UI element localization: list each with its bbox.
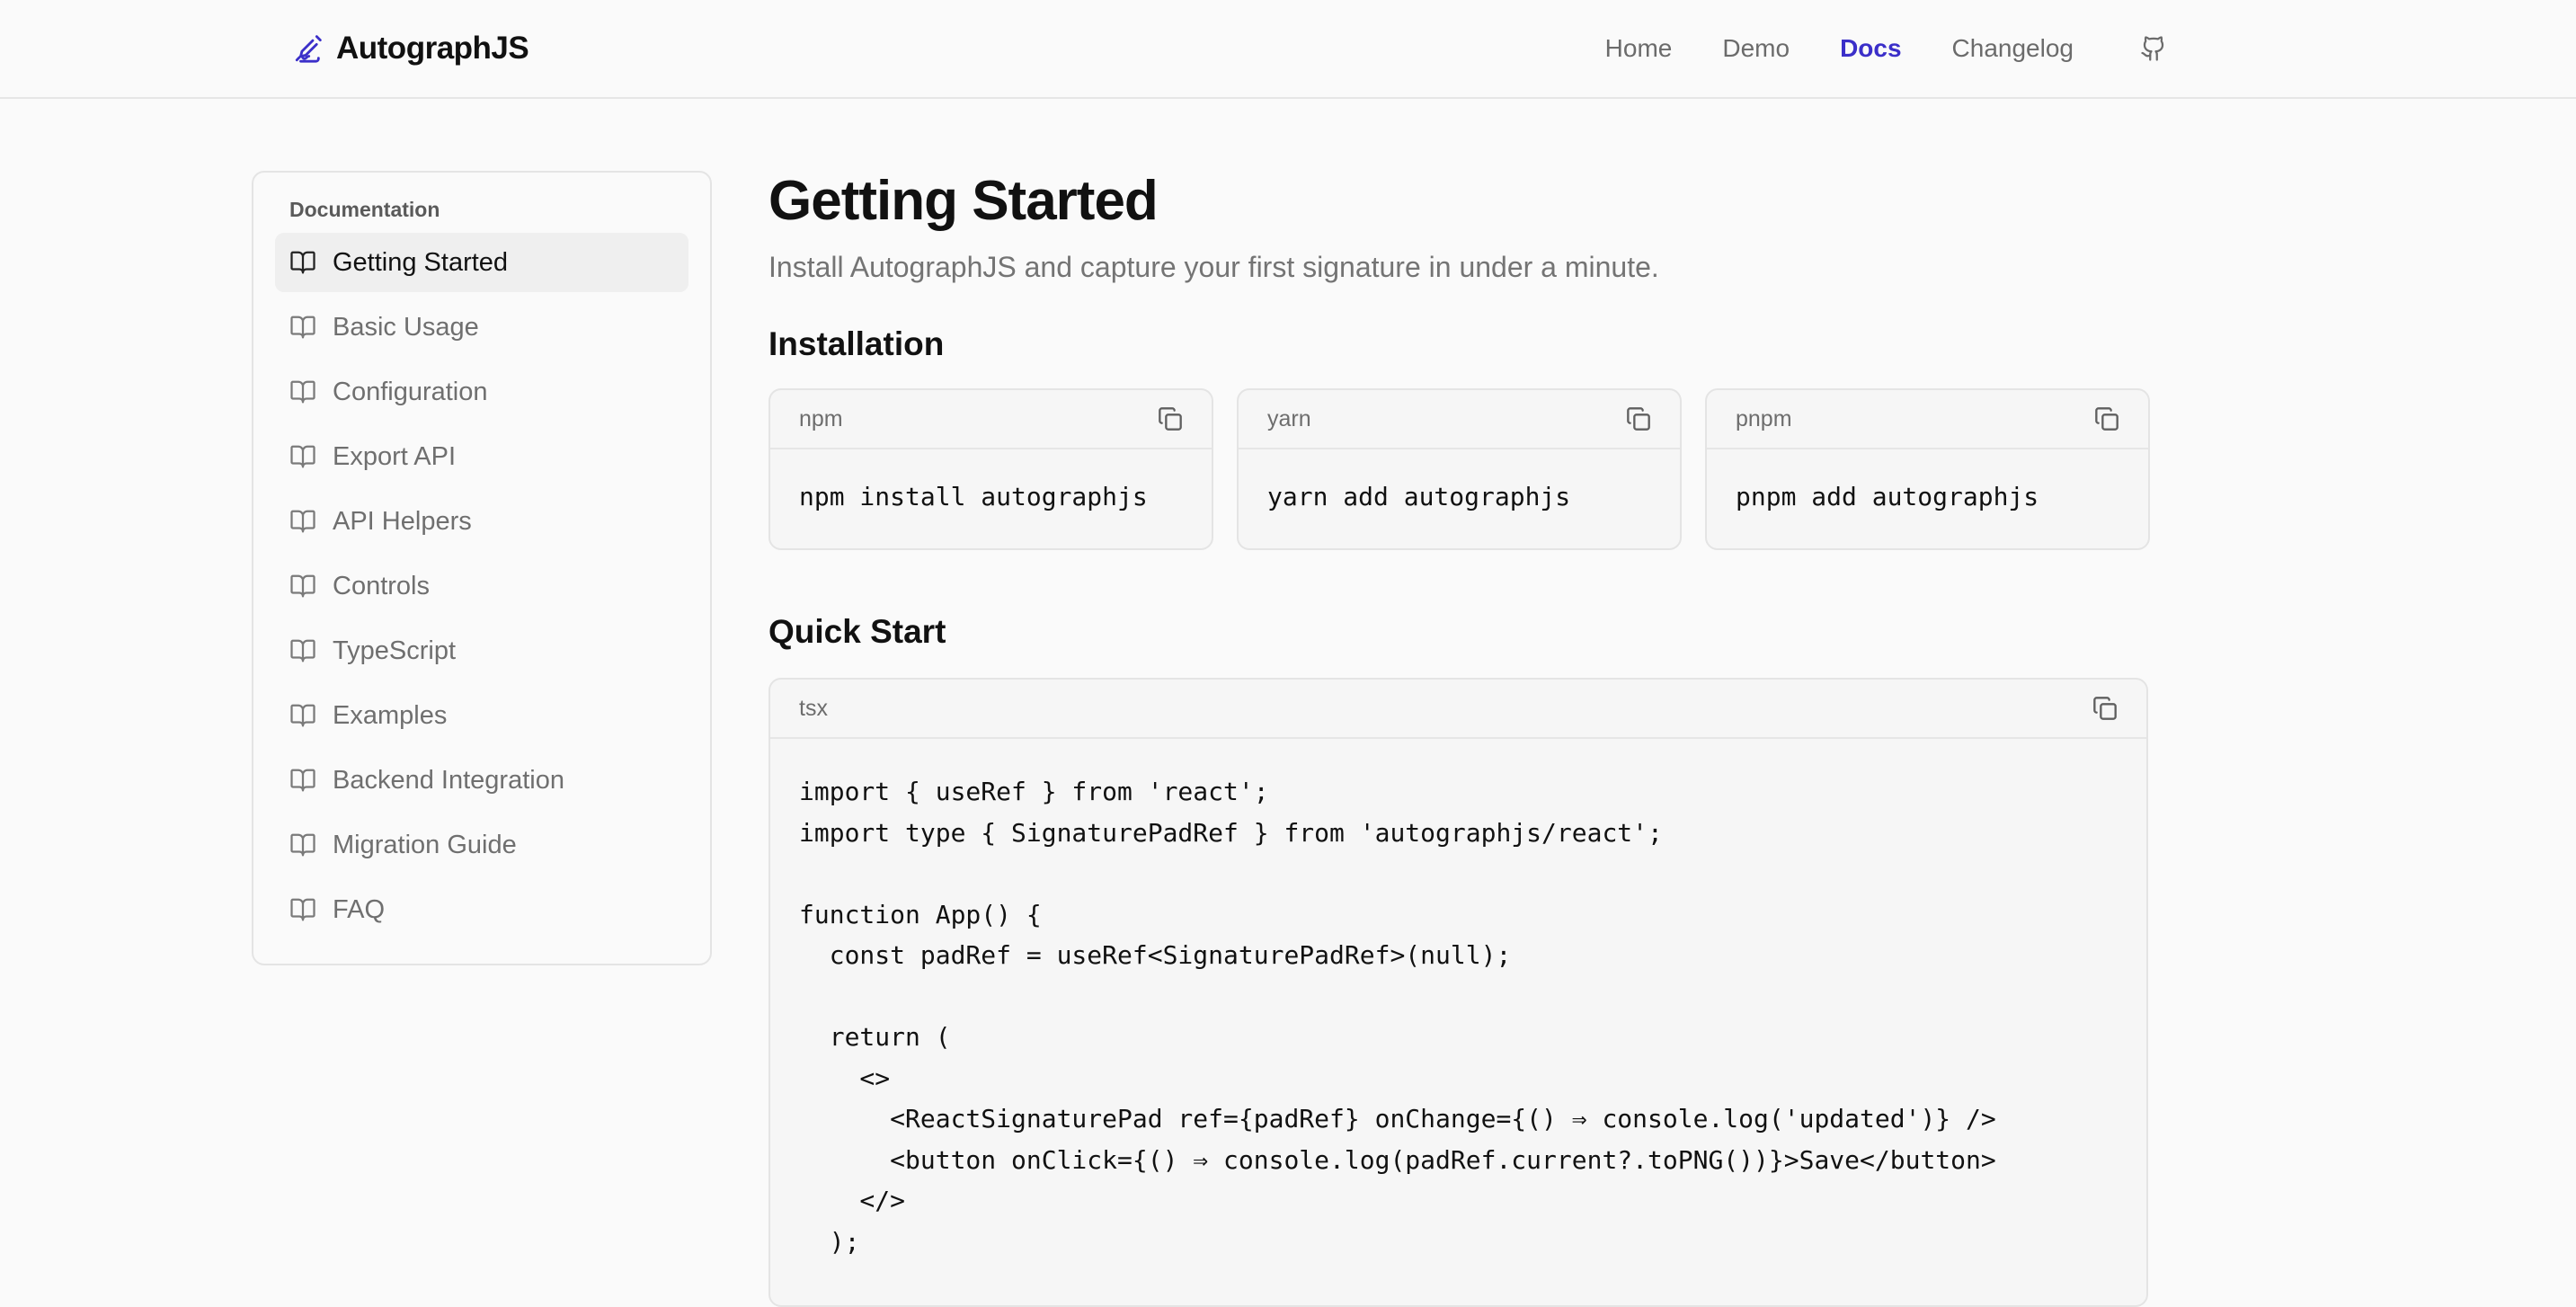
sidebar-item-label: Export API: [333, 441, 457, 471]
sidebar-item-examples[interactable]: Examples: [275, 686, 688, 745]
code-lang-label: tsx: [799, 695, 828, 721]
book-icon: [289, 378, 316, 405]
book-icon: [289, 831, 316, 858]
install-command[interactable]: pnpm add autographjs: [1707, 449, 2148, 544]
top-nav: Home Demo Docs Changelog: [1605, 27, 2167, 70]
sidebar-heading: Documentation: [289, 198, 440, 221]
quick-start-heading: Quick Start: [768, 613, 946, 650]
copy-icon[interactable]: [2094, 406, 2119, 431]
code-line: return (: [799, 1022, 951, 1052]
sidebar-item-label: Controls: [333, 571, 430, 600]
nav-changelog[interactable]: Changelog: [1952, 34, 2074, 63]
sidebar-item-api-helpers[interactable]: API Helpers: [275, 492, 688, 551]
code-block[interactable]: import { useRef } from 'react'; import ty…: [770, 739, 2146, 1294]
book-icon: [289, 249, 316, 276]
book-icon: [289, 896, 316, 923]
code-card-header: npm: [770, 390, 1212, 449]
book-icon: [289, 443, 316, 470]
sidebar-item-label: Configuration: [333, 377, 488, 406]
book-icon: [289, 702, 316, 729]
sidebar-item-configuration[interactable]: Configuration: [275, 362, 688, 422]
install-cards: npm npm install autographjs yarn yarn ad…: [768, 388, 2153, 550]
sidebar-item-label: FAQ: [333, 894, 386, 924]
install-card-pnpm: pnpm pnpm add autographjs: [1705, 388, 2150, 550]
install-command[interactable]: npm install autographjs: [770, 449, 1212, 544]
install-card-npm: npm npm install autographjs: [768, 388, 1213, 550]
sidebar-item-label: Examples: [333, 700, 448, 730]
book-icon: [289, 767, 316, 794]
code-line: <button onClick={() ⇒ console.log(padRef…: [799, 1144, 1996, 1175]
code-line: import type { SignaturePadRef } from 'au…: [799, 817, 1663, 848]
book-icon: [289, 573, 316, 600]
sidebar-item-getting-started[interactable]: Getting Started: [275, 233, 688, 292]
sidebar-item-export-api[interactable]: Export API: [275, 427, 688, 486]
code-line: function App() {: [799, 899, 1042, 929]
code-line: const padRef = useRef<SignaturePadRef>(n…: [799, 940, 1512, 970]
book-icon: [289, 508, 316, 535]
installation-heading: Installation: [768, 325, 945, 362]
signature-icon: [293, 33, 324, 64]
code-card-header: yarn: [1239, 390, 1680, 449]
nav-home[interactable]: Home: [1605, 34, 1673, 63]
code-line: );: [799, 1226, 860, 1257]
sidebar-item-label: API Helpers: [333, 506, 472, 536]
sidebar-item-label: Getting Started: [333, 247, 509, 277]
code-line: </>: [799, 1186, 906, 1215]
install-card-yarn: yarn yarn add autographjs: [1237, 388, 1682, 550]
copy-icon[interactable]: [1626, 406, 1651, 431]
code-line: import { useRef } from 'react';: [799, 777, 1269, 806]
page-subtitle: Install AutographJS and capture your fir…: [768, 251, 1659, 283]
sidebar-item-typescript[interactable]: TypeScript: [275, 621, 688, 680]
main-content: Getting Started Install AutographJS and …: [768, 169, 2153, 1307]
brand-logo[interactable]: AutographJS: [293, 27, 529, 70]
code-line: <ReactSignaturePad ref={padRef} onChange…: [799, 1104, 1996, 1134]
sidebar-list: Getting Started Basic Usage Configuration E…: [275, 233, 688, 939]
sidebar-item-label: Basic Usage: [333, 312, 479, 342]
sidebar-item-basic-usage[interactable]: Basic Usage: [275, 298, 688, 357]
book-icon: [289, 637, 316, 664]
book-icon: [289, 314, 316, 341]
code-card-header: pnpm: [1707, 390, 2148, 449]
top-header: AutographJS Home Demo Docs Changelog: [0, 0, 2576, 99]
code-lang-label: npm: [799, 405, 843, 431]
quick-start-code-card: tsx import { useRef } from 'react'; impor…: [768, 678, 2148, 1307]
sidebar-item-faq[interactable]: FAQ: [275, 880, 688, 939]
page-title: Getting Started: [768, 170, 1159, 232]
sidebar-item-migration-guide[interactable]: Migration Guide: [275, 815, 688, 875]
copy-icon[interactable]: [2092, 696, 2118, 721]
nav-demo[interactable]: Demo: [1722, 34, 1790, 63]
copy-icon[interactable]: [1158, 406, 1183, 431]
install-command[interactable]: yarn add autographjs: [1239, 449, 1680, 544]
code-lang-label: yarn: [1267, 405, 1311, 431]
code-lang-label: pnpm: [1736, 405, 1792, 431]
docs-sidebar: Documentation Getting Started Basic Usage…: [252, 171, 712, 965]
sidebar-item-controls[interactable]: Controls: [275, 556, 688, 616]
sidebar-item-label: Migration Guide: [333, 830, 517, 859]
sidebar-item-label: TypeScript: [333, 636, 456, 665]
code-card-header: tsx: [770, 680, 2146, 739]
github-icon[interactable]: [2140, 35, 2167, 62]
sidebar-item-label: Backend Integration: [333, 765, 564, 795]
nav-docs[interactable]: Docs: [1840, 34, 1901, 63]
code-line: <>: [799, 1062, 891, 1093]
brand-name: AutographJS: [336, 31, 529, 66]
sidebar-item-backend-integration[interactable]: Backend Integration: [275, 751, 688, 810]
